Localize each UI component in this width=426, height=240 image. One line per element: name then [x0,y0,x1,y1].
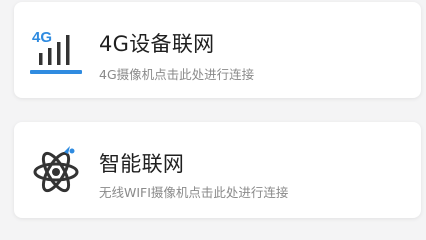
option-4g-subtitle: 4G摄像机点击此处进行连接 [99,67,255,82]
option-4g-title: 4G设备联网 [99,32,215,56]
option-smart-network-card[interactable]: 智能联网 无线WIFI摄像机点击此处进行连接 [14,122,421,218]
atom-network-icon [28,142,84,198]
option-smart-title: 智能联网 [99,152,185,176]
signal-4g-icon: 4G [28,20,84,76]
option-smart-subtitle: 无线WIFI摄像机点击此处进行连接 [99,185,289,200]
option-4g-network-card[interactable]: 4G 4G设备联网 4G摄像机点击此处进行连接 [14,2,421,98]
icon-4g-text: 4G [32,29,52,46]
